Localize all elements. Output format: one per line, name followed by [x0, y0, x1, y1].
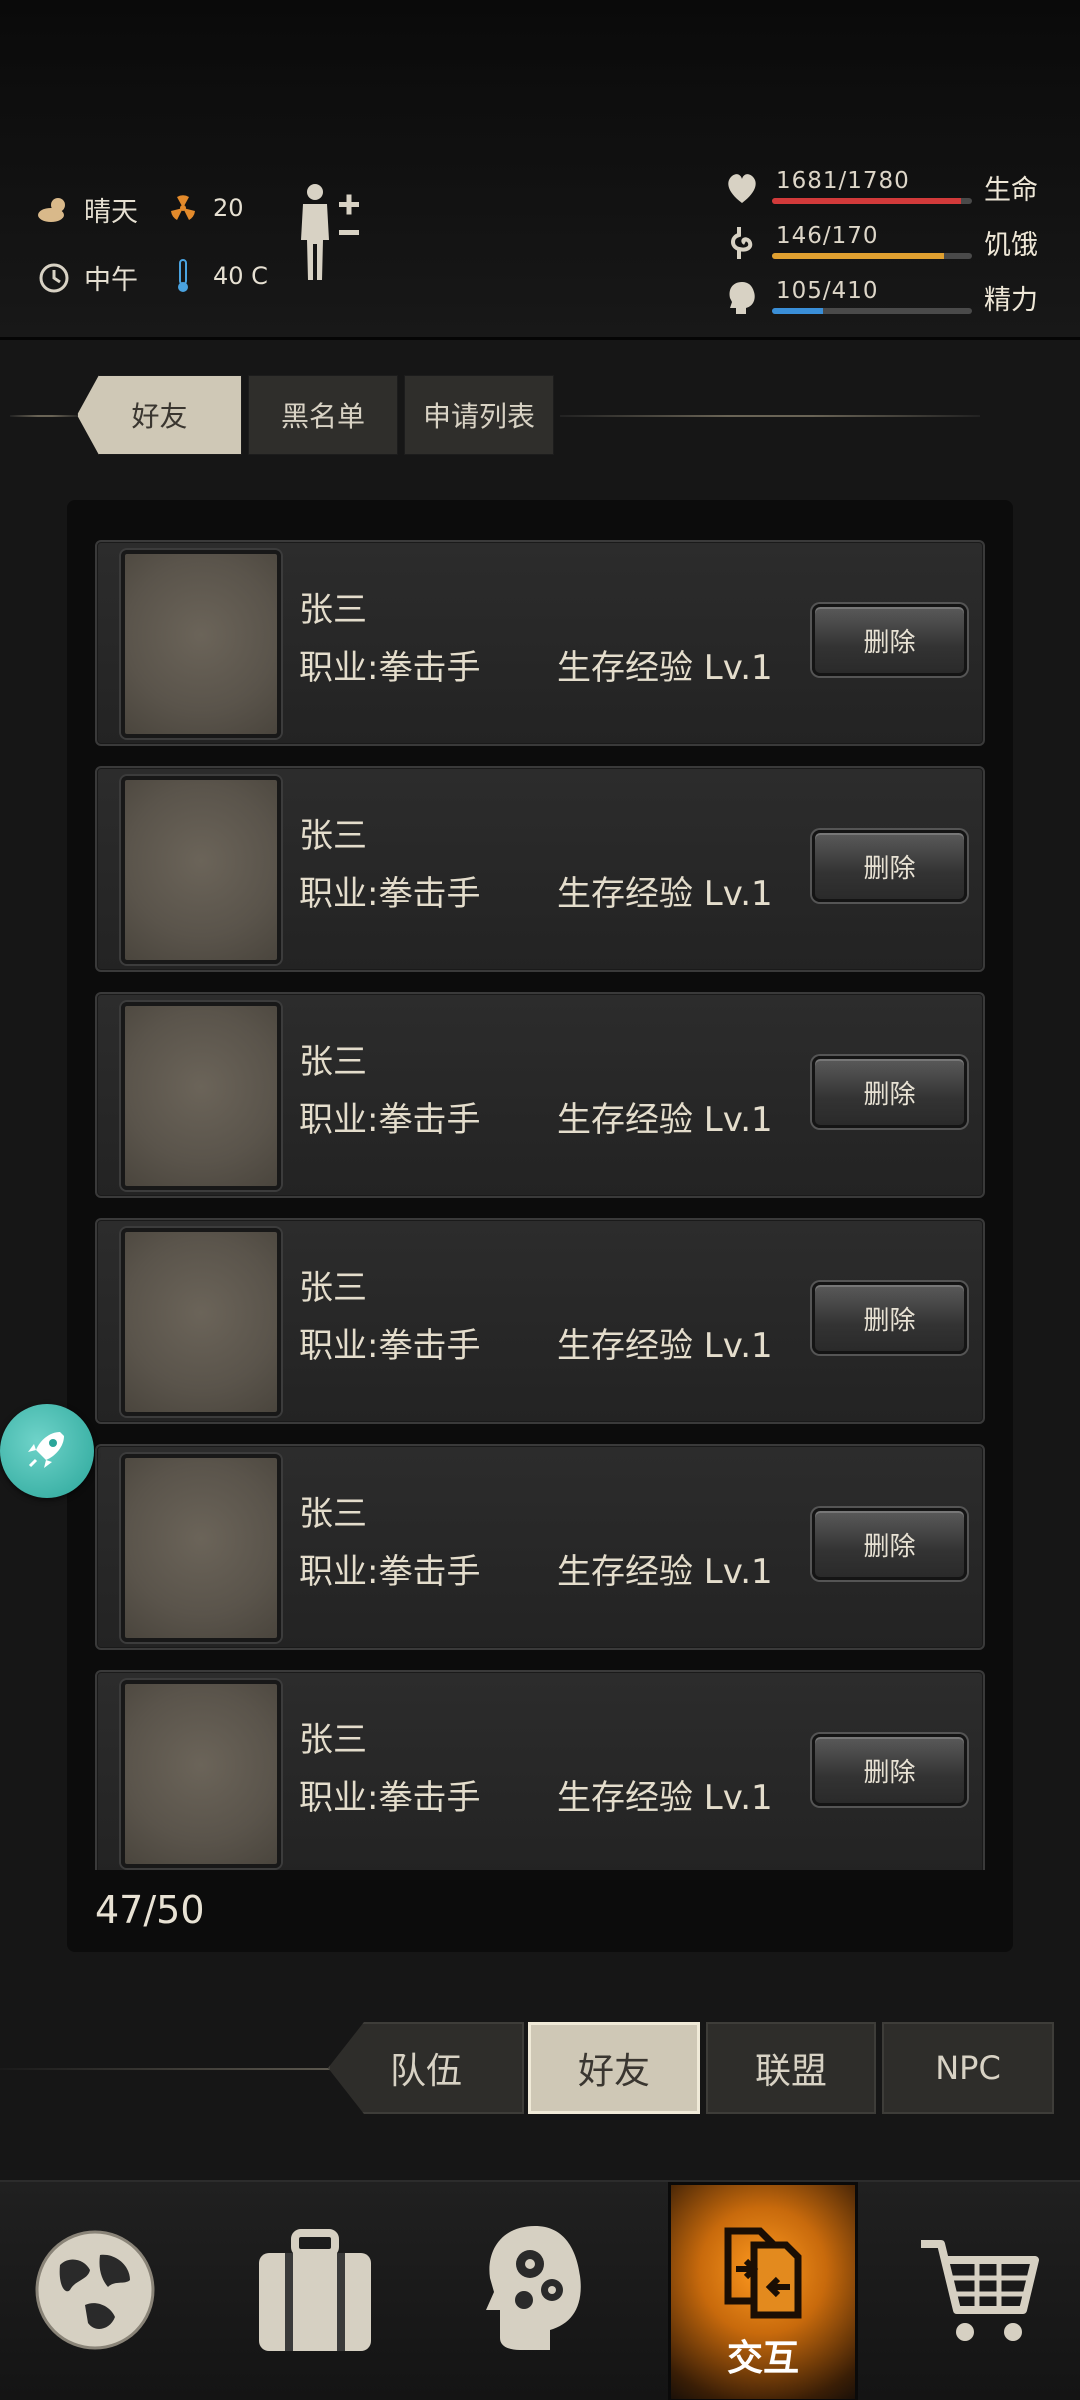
delete-friend-button[interactable]: 删除: [812, 1056, 967, 1128]
friend-name: 张三: [299, 1268, 367, 1308]
friend-job: 职业:拳击手: [299, 1778, 481, 1818]
brain-head-icon: [720, 276, 764, 320]
stomach-icon: [720, 221, 764, 265]
rocket-icon: [22, 1424, 72, 1478]
friend-avatar: [121, 1228, 281, 1416]
radiation-value: 20: [213, 194, 244, 222]
friend-subtabs: 好友 黑名单 申请列表: [0, 375, 1080, 455]
delete-friend-button[interactable]: 删除: [812, 604, 967, 676]
tab-alliance[interactable]: 联盟: [706, 2022, 876, 2114]
radiation-icon: [165, 190, 201, 226]
friend-name: 张三: [299, 1720, 367, 1760]
subtab-friends[interactable]: 好友: [77, 375, 242, 455]
thermometer-icon: [165, 258, 201, 294]
vital-bars: 1681/1780 生命 146/170 饥饿 105/410 精力: [720, 160, 1050, 325]
friend-row[interactable]: 张三 职业:拳击手 生存经验 Lv.1 删除: [95, 1444, 985, 1650]
friend-exp-level: 生存经验 Lv.1: [557, 1778, 773, 1818]
weather-text: 晴天: [84, 197, 138, 228]
body-status-icon[interactable]: [295, 180, 365, 290]
friend-name: 张三: [299, 816, 367, 856]
friend-exp-level: 生存经验 Lv.1: [557, 1326, 773, 1366]
nav-world-map[interactable]: [0, 2182, 190, 2400]
delete-friend-button[interactable]: 删除: [812, 1508, 967, 1580]
friend-exp-level: 生存经验 Lv.1: [557, 648, 773, 688]
status-bar: 晴天 20 中午 40 C 1681/1780 生命 146/170 饥饿 10…: [0, 0, 1080, 340]
radiation-stat: 20: [165, 190, 244, 226]
nav-interaction-label: 交互: [726, 2338, 799, 2379]
interaction-icon: [708, 2215, 818, 2329]
time-stat: 中午: [36, 258, 138, 297]
energy-bar: 105/410 精力: [720, 270, 1050, 325]
friend-avatar: [121, 776, 281, 964]
time-text: 中午: [84, 265, 138, 296]
nav-skills[interactable]: [440, 2182, 630, 2400]
friend-name: 张三: [299, 590, 367, 630]
subtab-blacklist[interactable]: 黑名单: [248, 375, 398, 455]
friend-name: 张三: [299, 1042, 367, 1082]
friend-list[interactable]: 张三 职业:拳击手 生存经验 Lv.1 删除 张三 职业:拳击手 生存经验 Lv…: [95, 540, 985, 1870]
friend-job: 职业:拳击手: [299, 1100, 481, 1140]
friend-row[interactable]: 张三 职业:拳击手 生存经验 Lv.1 删除: [95, 540, 985, 746]
friend-avatar: [121, 1002, 281, 1190]
heart-icon: [720, 166, 764, 210]
friend-job: 职业:拳击手: [299, 1552, 481, 1592]
delete-friend-button[interactable]: 删除: [812, 1282, 967, 1354]
friend-job: 职业:拳击手: [299, 648, 481, 688]
nav-shop[interactable]: [885, 2182, 1075, 2400]
friend-exp-level: 生存经验 Lv.1: [557, 1552, 773, 1592]
category-divider: [0, 2068, 340, 2070]
friend-job: 职业:拳击手: [299, 1326, 481, 1366]
world-map-icon: [30, 2225, 160, 2359]
friend-avatar: [121, 1454, 281, 1642]
subtab-requests[interactable]: 申请列表: [404, 375, 554, 455]
skills-head-icon: [480, 2220, 590, 2364]
hunger-bar: 146/170 饥饿: [720, 215, 1050, 270]
shop-cart-icon: [915, 2230, 1045, 2354]
weather-stat: 晴天: [36, 190, 138, 229]
health-bar: 1681/1780 生命: [720, 160, 1050, 215]
friend-row[interactable]: 张三 职业:拳击手 生存经验 Lv.1 删除: [95, 1218, 985, 1424]
friend-avatar: [121, 550, 281, 738]
tab-friends[interactable]: 好友: [528, 2022, 700, 2114]
sunny-cloud-icon: [36, 192, 72, 228]
rocket-float-button[interactable]: [0, 1404, 94, 1498]
temperature-stat: 40 C: [165, 258, 268, 294]
tab-team[interactable]: 队伍: [328, 2022, 524, 2114]
friend-job: 职业:拳击手: [299, 874, 481, 914]
friend-row[interactable]: 张三 职业:拳击手 生存经验 Lv.1 删除: [95, 1670, 985, 1870]
friend-name: 张三: [299, 1494, 367, 1534]
friend-exp-level: 生存经验 Lv.1: [557, 1100, 773, 1140]
friend-exp-level: 生存经验 Lv.1: [557, 874, 773, 914]
delete-friend-button[interactable]: 删除: [812, 1734, 967, 1806]
friend-avatar: [121, 1680, 281, 1868]
delete-friend-button[interactable]: 删除: [812, 830, 967, 902]
nav-backpack[interactable]: [220, 2182, 410, 2400]
social-category-tabs: 队伍 好友 联盟 NPC: [0, 2022, 1080, 2116]
friend-row[interactable]: 张三 职业:拳击手 生存经验 Lv.1 删除: [95, 992, 985, 1198]
subtab-divider-left: [10, 415, 80, 417]
backpack-icon: [255, 2225, 375, 2359]
subtab-divider-right: [560, 415, 980, 417]
friend-row[interactable]: 张三 职业:拳击手 生存经验 Lv.1 删除: [95, 766, 985, 972]
friend-count: 47/50: [95, 1888, 205, 1932]
nav-interaction[interactable]: 交互: [668, 2182, 858, 2400]
tab-npc[interactable]: NPC: [882, 2022, 1054, 2114]
bottom-navigation: 交互: [0, 2180, 1080, 2400]
temperature-value: 40 C: [213, 262, 268, 290]
clock-icon: [36, 260, 72, 296]
